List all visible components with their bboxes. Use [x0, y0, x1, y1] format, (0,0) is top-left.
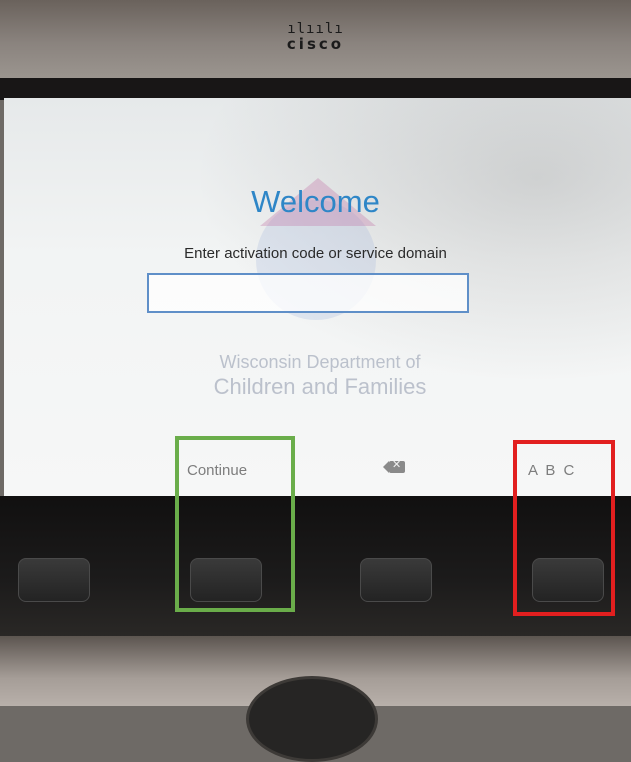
cisco-logo-bars: ılıılı — [287, 21, 344, 37]
cisco-logo-text: cisco — [286, 35, 345, 53]
watermark-text-line2: Children and Families — [213, 374, 427, 399]
activation-prompt: Enter activation code or service domain — [184, 245, 447, 262]
softkey-button-backspace[interactable] — [360, 558, 432, 602]
navigation-cluster[interactable] — [246, 676, 378, 762]
activation-code-input[interactable] — [147, 273, 469, 313]
highlight-box-red — [513, 440, 615, 616]
backspace-icon[interactable]: ✕ — [383, 458, 405, 473]
screen-frame-top — [0, 78, 631, 100]
cisco-logo: ılıılı cisco — [0, 22, 631, 52]
softkey-button-1[interactable] — [18, 558, 90, 602]
watermark-text-line1: Wisconsin Department of — [219, 352, 421, 372]
highlight-box-green — [175, 436, 295, 612]
welcome-title: Welcome — [251, 184, 380, 219]
